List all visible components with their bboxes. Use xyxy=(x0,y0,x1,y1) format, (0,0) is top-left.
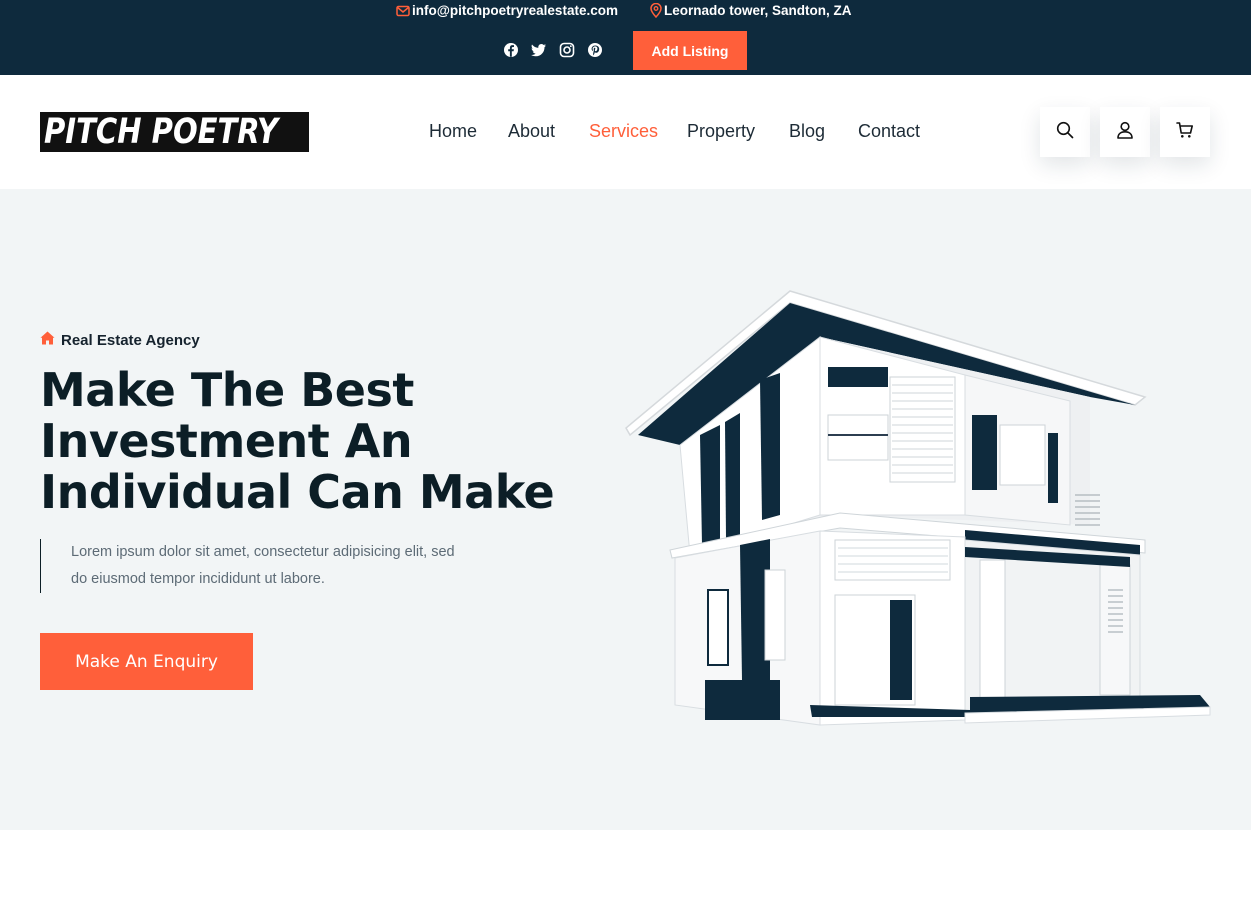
contact-info: info@pitchpoetryrealestate.com Leornado … xyxy=(0,3,1251,21)
top-bar: info@pitchpoetryrealestate.com Leornado … xyxy=(0,0,1251,75)
description-line: do eiusmod tempor incididunt ut labore. xyxy=(71,571,325,587)
house-illustration xyxy=(625,290,1211,726)
logo-text: PITCH POETRY xyxy=(44,112,279,152)
email-link[interactable]: info@pitchpoetryrealestate.com xyxy=(396,3,618,18)
twitter-icon[interactable] xyxy=(531,42,547,58)
hero-eyebrow: Real Estate Agency xyxy=(40,331,200,349)
social-links xyxy=(503,42,603,58)
nav-services[interactable]: Services xyxy=(589,121,658,142)
map-pin-icon xyxy=(650,3,662,18)
headline-line: Investment An xyxy=(40,414,413,468)
pinterest-icon[interactable] xyxy=(587,42,603,58)
email-text: info@pitchpoetryrealestate.com xyxy=(412,3,618,18)
hero-description: Lorem ipsum dolor sit amet, consectetur … xyxy=(40,539,500,593)
headline-line: Make The Best xyxy=(40,363,414,417)
make-enquiry-button[interactable]: Make An Enquiry xyxy=(40,633,253,690)
cart-button[interactable] xyxy=(1160,107,1210,157)
home-icon xyxy=(40,331,55,349)
nav-contact[interactable]: Contact xyxy=(858,121,920,142)
account-button[interactable] xyxy=(1100,107,1150,157)
mail-icon xyxy=(396,5,410,17)
eyebrow-text: Real Estate Agency xyxy=(61,331,200,349)
description-line: Lorem ipsum dolor sit amet, consectetur … xyxy=(71,544,455,560)
headline-line: Individual Can Make xyxy=(40,465,555,519)
search-icon xyxy=(1056,121,1074,144)
nav-property[interactable]: Property xyxy=(687,121,755,142)
nav-about[interactable]: About xyxy=(508,121,555,142)
address-text: Leornado tower, Sandton, ZA xyxy=(664,3,852,18)
facebook-icon[interactable] xyxy=(503,42,519,58)
hero-headline: Make The Best Investment An Individual C… xyxy=(40,365,600,518)
site-header: PITCH POETRY Home About Services Propert… xyxy=(0,75,1251,189)
cart-icon xyxy=(1176,121,1194,144)
hero-section: Real Estate Agency Make The Best Investm… xyxy=(0,189,1251,830)
add-listing-button[interactable]: Add Listing xyxy=(633,31,747,70)
user-icon xyxy=(1116,121,1134,144)
address-info: Leornado tower, Sandton, ZA xyxy=(650,3,852,18)
search-button[interactable] xyxy=(1040,107,1090,157)
site-logo[interactable]: PITCH POETRY xyxy=(40,112,309,152)
nav-home[interactable]: Home xyxy=(429,121,477,142)
nav-blog[interactable]: Blog xyxy=(789,121,825,142)
instagram-icon[interactable] xyxy=(559,42,575,58)
